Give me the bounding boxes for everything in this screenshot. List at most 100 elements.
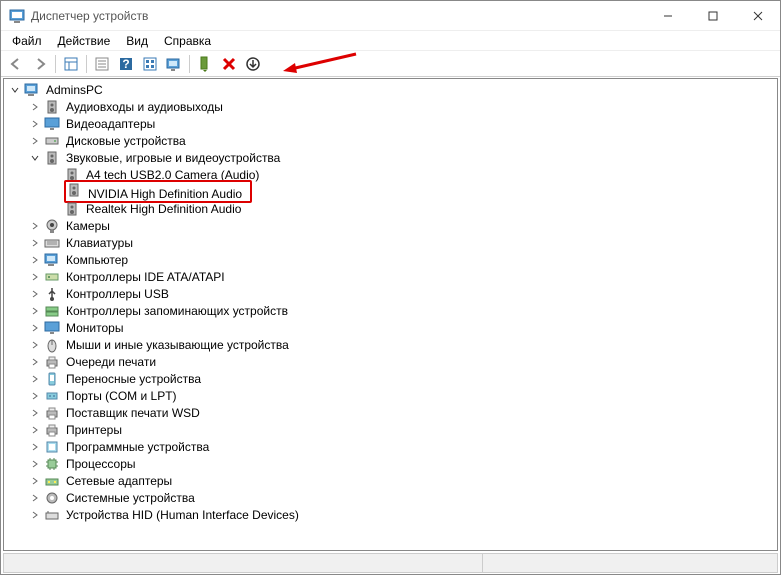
enable-button[interactable] [194, 53, 216, 75]
tree-item-software-devices[interactable]: Программные устройства [4, 438, 777, 455]
ide-icon [44, 269, 60, 285]
tree-item-nvidia-hd-audio[interactable]: NVIDIA High Definition Audio [4, 183, 777, 200]
printer-icon [44, 354, 60, 370]
tree-item-hid-devices[interactable]: Устройства HID (Human Interface Devices) [4, 506, 777, 523]
window-title: Диспетчер устройств [31, 9, 645, 23]
tree-item-label: Очереди печати [64, 355, 158, 369]
chevron-right-icon[interactable] [28, 117, 42, 131]
device-tree-scroll[interactable]: AdminsPCАудиовходы и аудиовыходы Видеоада… [4, 79, 777, 550]
tree-item-label: Контроллеры запоминающих устройств [64, 304, 290, 318]
tree-item-storage-controllers[interactable]: Контроллеры запоминающих устройств [4, 302, 777, 319]
status-bar [3, 553, 778, 573]
tree-item-computer[interactable]: Компьютер [4, 251, 777, 268]
properties-button[interactable] [91, 53, 113, 75]
tree-item-video-adapters[interactable]: Видеоадаптеры [4, 115, 777, 132]
tree-item-processors[interactable]: Процессоры [4, 455, 777, 472]
software-icon [44, 439, 60, 455]
chevron-right-icon[interactable] [28, 134, 42, 148]
chevron-right-icon[interactable] [28, 253, 42, 267]
chevron-right-icon[interactable] [28, 100, 42, 114]
tree-item-printers[interactable]: Принтеры [4, 421, 777, 438]
cpu-icon [44, 456, 60, 472]
tree-item-label: Процессоры [64, 457, 138, 471]
chevron-right-icon[interactable] [28, 270, 42, 284]
usb-icon [44, 286, 60, 302]
tree-item-disk-drives[interactable]: Дисковые устройства [4, 132, 777, 149]
minimize-button[interactable] [645, 1, 690, 30]
scan-button[interactable] [163, 53, 185, 75]
back-button[interactable] [5, 53, 27, 75]
tree-item-label: Устройства HID (Human Interface Devices) [64, 508, 301, 522]
tree-item-label: Контроллеры IDE ATA/ATAPI [64, 270, 227, 284]
hid-icon [44, 507, 60, 523]
tree-item-label: Realtek High Definition Audio [84, 202, 243, 216]
chevron-right-icon[interactable] [28, 457, 42, 471]
close-button[interactable] [735, 1, 780, 30]
chevron-right-icon[interactable] [28, 389, 42, 403]
app-icon [9, 8, 25, 24]
uninstall-button[interactable] [218, 53, 240, 75]
tree-item-monitors[interactable]: Мониторы [4, 319, 777, 336]
disk-icon [44, 133, 60, 149]
chevron-right-icon[interactable] [28, 219, 42, 233]
chevron-right-icon[interactable] [28, 236, 42, 250]
mouse-icon [44, 337, 60, 353]
tree-item-label: NVIDIA High Definition Audio [86, 187, 244, 201]
chevron-right-icon[interactable] [28, 491, 42, 505]
chevron-right-icon[interactable] [28, 355, 42, 369]
chevron-right-icon[interactable] [28, 440, 42, 454]
speaker-icon [44, 150, 60, 166]
tree-item-keyboards[interactable]: Клавиатуры [4, 234, 777, 251]
menu-action[interactable]: Действие [51, 32, 118, 50]
tree-item-root[interactable]: AdminsPC [4, 81, 777, 98]
tree-item-sound-game-video[interactable]: Звуковые, игровые и видеоустройства [4, 149, 777, 166]
chevron-right-icon[interactable] [28, 287, 42, 301]
tree-item-label: Сетевые адаптеры [64, 474, 174, 488]
tree-item-ports[interactable]: Порты (COM и LPT) [4, 387, 777, 404]
tree-item-ide-controllers[interactable]: Контроллеры IDE ATA/ATAPI [4, 268, 777, 285]
chevron-down-icon[interactable] [8, 83, 22, 97]
chevron-down-icon[interactable] [28, 151, 42, 165]
chevron-right-icon[interactable] [28, 474, 42, 488]
chevron-right-icon[interactable] [28, 508, 42, 522]
menu-help[interactable]: Справка [157, 32, 218, 50]
help-button[interactable]: ? [115, 53, 137, 75]
menubar: Файл Действие Вид Справка [1, 31, 780, 51]
chevron-right-icon[interactable] [28, 338, 42, 352]
maximize-button[interactable] [690, 1, 735, 30]
tree-item-wsd-provider[interactable]: Поставщик печати WSD [4, 404, 777, 421]
tree-item-cameras[interactable]: Камеры [4, 217, 777, 234]
tree-item-print-queues[interactable]: Очереди печати [4, 353, 777, 370]
chevron-right-icon[interactable] [28, 321, 42, 335]
chevron-right-icon[interactable] [28, 304, 42, 318]
tree-item-label: Поставщик печати WSD [64, 406, 202, 420]
forward-button[interactable] [29, 53, 51, 75]
tree-item-mice[interactable]: Мыши и иные указывающие устройства [4, 336, 777, 353]
tree-item-audio-io[interactable]: Аудиовходы и аудиовыходы [4, 98, 777, 115]
net-icon [44, 473, 60, 489]
tree-item-label: Видеоадаптеры [64, 117, 157, 131]
chevron-right-icon[interactable] [28, 423, 42, 437]
pc-icon [24, 82, 40, 98]
tree-item-realtek-hd-audio[interactable]: Realtek High Definition Audio [4, 200, 777, 217]
keyboard-icon [44, 235, 60, 251]
titlebar: Диспетчер устройств [1, 1, 780, 31]
portable-icon [44, 371, 60, 387]
action-button[interactable] [139, 53, 161, 75]
tree-item-system-devices[interactable]: Системные устройства [4, 489, 777, 506]
update-driver-button[interactable] [242, 53, 264, 75]
tree-item-network-adapters[interactable]: Сетевые адаптеры [4, 472, 777, 489]
camera-icon [44, 218, 60, 234]
show-hide-tree-button[interactable] [60, 53, 82, 75]
toolbar: ? [1, 51, 780, 77]
chevron-right-icon[interactable] [28, 372, 42, 386]
tree-item-label: Контроллеры USB [64, 287, 171, 301]
tree-item-usb-controllers[interactable]: Контроллеры USB [4, 285, 777, 302]
device-tree: AdminsPCАудиовходы и аудиовыходы Видеоада… [4, 79, 777, 525]
tree-item-label: Принтеры [64, 423, 124, 437]
tree-item-portable-devices[interactable]: Переносные устройства [4, 370, 777, 387]
menu-view[interactable]: Вид [119, 32, 155, 50]
chevron-right-icon[interactable] [28, 406, 42, 420]
tree-item-label: Звуковые, игровые и видеоустройства [64, 151, 282, 165]
menu-file[interactable]: Файл [5, 32, 49, 50]
